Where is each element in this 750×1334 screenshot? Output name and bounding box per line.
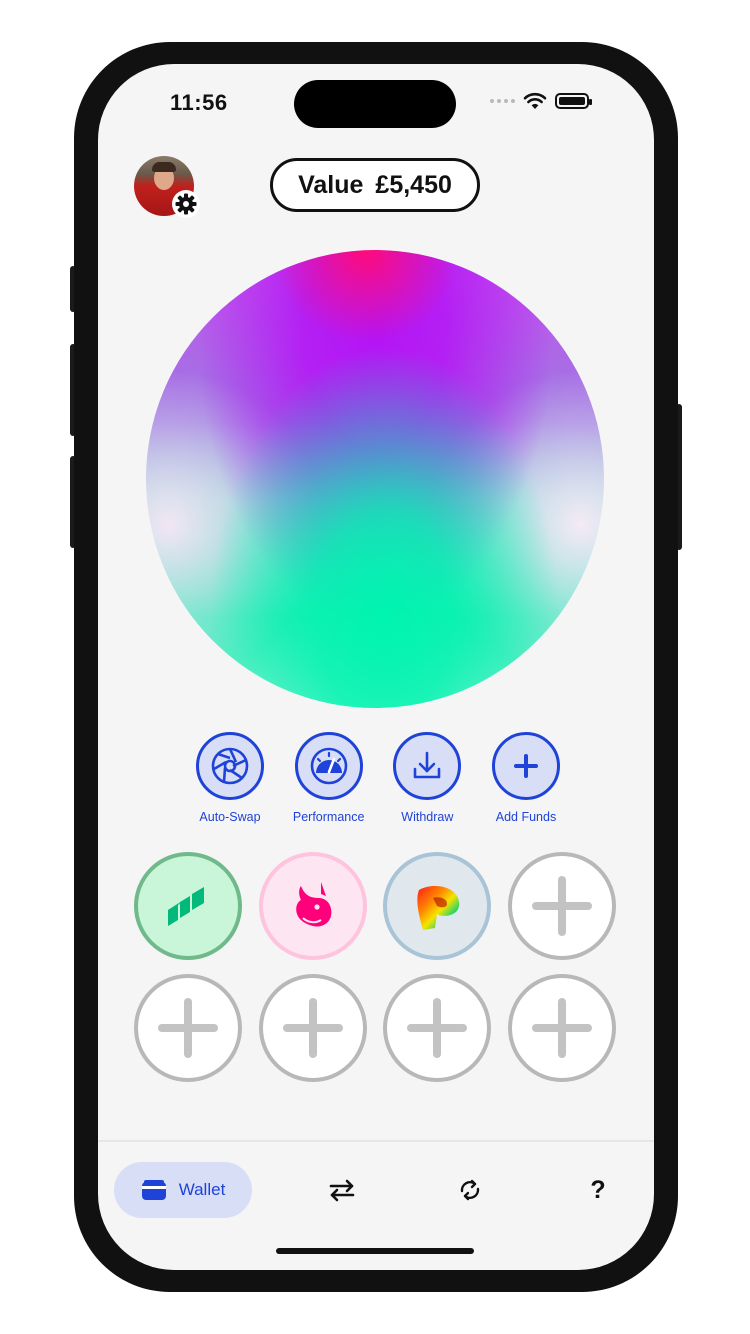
wifi-icon (523, 92, 547, 109)
withdraw-button[interactable]: Withdraw (379, 732, 475, 824)
swap-arrows-icon (329, 1179, 355, 1202)
add-funds-button[interactable]: Add Funds (478, 732, 574, 824)
auto-swap-label: Auto-Swap (199, 810, 261, 824)
speedometer-icon (310, 747, 347, 785)
performance-circle[interactable] (294, 732, 363, 800)
token-grid (134, 852, 616, 1096)
tab-wallet-label: Wallet (178, 1180, 226, 1199)
portfolio-value-pill[interactable]: Value £5,450 (270, 158, 480, 212)
withdraw-circle[interactable] (393, 732, 462, 800)
plus-icon-bar (531, 1024, 592, 1032)
token-row (134, 974, 616, 1082)
token-uniswap[interactable] (258, 852, 367, 960)
help-icon: ? (590, 1175, 606, 1204)
plus-icon-bar (407, 1024, 468, 1032)
tab-bar: Wallet ? (114, 1162, 638, 1218)
auto-swap-button[interactable]: Auto-Swap (182, 732, 278, 824)
plus-icon (513, 754, 538, 778)
tab-help[interactable]: ? (584, 1176, 612, 1204)
tabbar-divider (98, 1140, 654, 1142)
token-compound[interactable] (134, 852, 242, 960)
aperture-icon (211, 747, 249, 785)
withdraw-label: Withdraw (401, 810, 454, 824)
add-token-slot[interactable] (507, 974, 616, 1082)
add-token-slot[interactable] (258, 974, 367, 1082)
auto-swap-circle[interactable] (196, 732, 264, 800)
tab-swap[interactable] (328, 1176, 356, 1204)
action-row: Auto-Swap Performance Withdraw Add Funds (182, 732, 574, 824)
tab-refresh[interactable] (456, 1176, 484, 1204)
avatar-hair (152, 162, 176, 172)
token-curve[interactable] (383, 852, 492, 960)
add-token-slot[interactable] (383, 974, 492, 1082)
refresh-icon (460, 1179, 480, 1201)
add-token-slot[interactable] (507, 852, 616, 960)
gear-icon[interactable] (172, 190, 200, 218)
status-time: 11:56 (170, 90, 228, 115)
dynamic-island (294, 80, 456, 128)
tab-wallet[interactable]: Wallet (114, 1162, 252, 1218)
add-token-slot[interactable] (134, 974, 242, 1082)
plus-icon-bar (282, 1024, 343, 1032)
add-funds-circle[interactable] (491, 732, 560, 800)
home-indicator[interactable] (276, 1248, 474, 1254)
value-label: Value (298, 170, 364, 199)
battery-icon (555, 93, 592, 109)
performance-label: Performance (292, 810, 365, 824)
portfolio-orb[interactable] (146, 250, 604, 708)
curve-logo (417, 886, 460, 930)
plus-icon-bar (531, 902, 592, 910)
status-icons (490, 92, 592, 110)
token-row (134, 852, 616, 960)
value-amount: £5,450 (375, 170, 452, 199)
cellular-dots-icon (490, 99, 515, 103)
download-tray-icon (414, 751, 441, 779)
performance-button[interactable]: Performance (281, 732, 377, 824)
app-screen: 11:56 Value £5,450 Auto-Swap Performance… (98, 64, 654, 1270)
plus-icon-bar (158, 1024, 218, 1032)
uniswap-unicorn-logo (295, 882, 332, 927)
add-funds-label: Add Funds (495, 810, 557, 824)
compound-logo (168, 887, 204, 926)
wallet-icon (141, 1180, 166, 1200)
